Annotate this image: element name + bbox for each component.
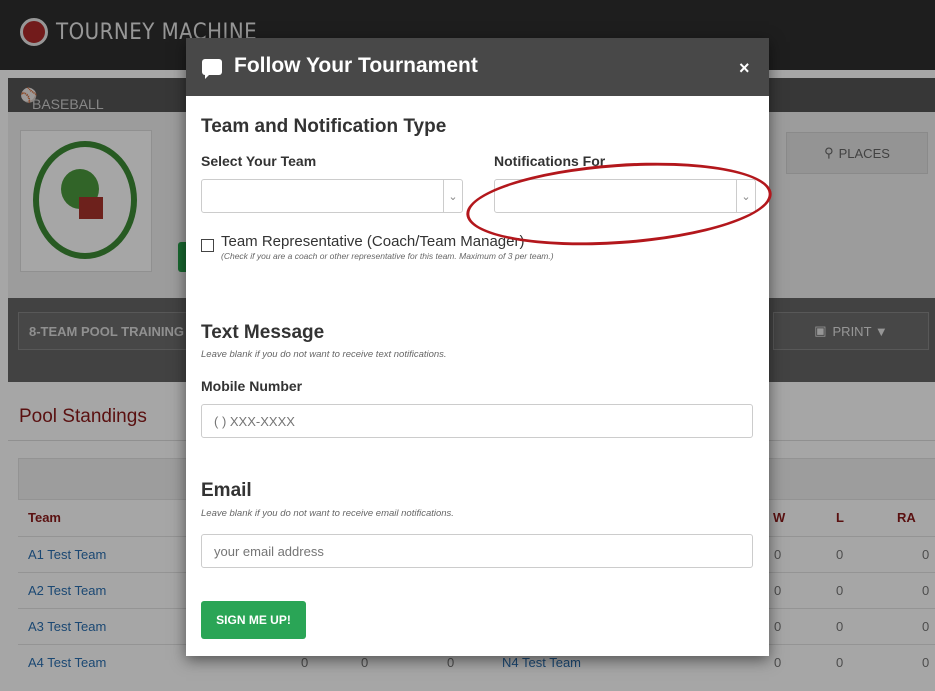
mobile-number-input[interactable] <box>201 404 753 438</box>
team-rep-label[interactable]: Team Representative (Coach/Team Manager) <box>221 233 524 250</box>
text-hint: Leave blank if you do not want to receiv… <box>201 349 447 360</box>
chevron-down-icon: ⌄ <box>443 180 462 212</box>
close-button[interactable]: × <box>739 58 750 79</box>
chat-bubble-icon <box>202 59 222 79</box>
team-select[interactable]: ⌄ <box>201 179 463 213</box>
select-team-label: Select Your Team <box>201 153 317 169</box>
team-rep-hint: (Check if you are a coach or other repre… <box>221 251 554 261</box>
team-rep-checkbox[interactable] <box>201 239 214 252</box>
sign-me-up-button[interactable]: SIGN ME UP! <box>201 601 306 639</box>
modal-header: Follow Your Tournament × <box>186 38 769 96</box>
follow-tournament-modal: Follow Your Tournament × Team and Notifi… <box>186 38 769 656</box>
modal-title: Follow Your Tournament <box>234 54 478 77</box>
email-input[interactable] <box>201 534 753 568</box>
section-text-message: Text Message <box>201 322 325 343</box>
section-email: Email <box>201 480 252 501</box>
email-hint: Leave blank if you do not want to receiv… <box>201 508 454 519</box>
section-team-notification: Team and Notification Type <box>201 116 447 137</box>
mobile-number-label: Mobile Number <box>201 378 303 394</box>
